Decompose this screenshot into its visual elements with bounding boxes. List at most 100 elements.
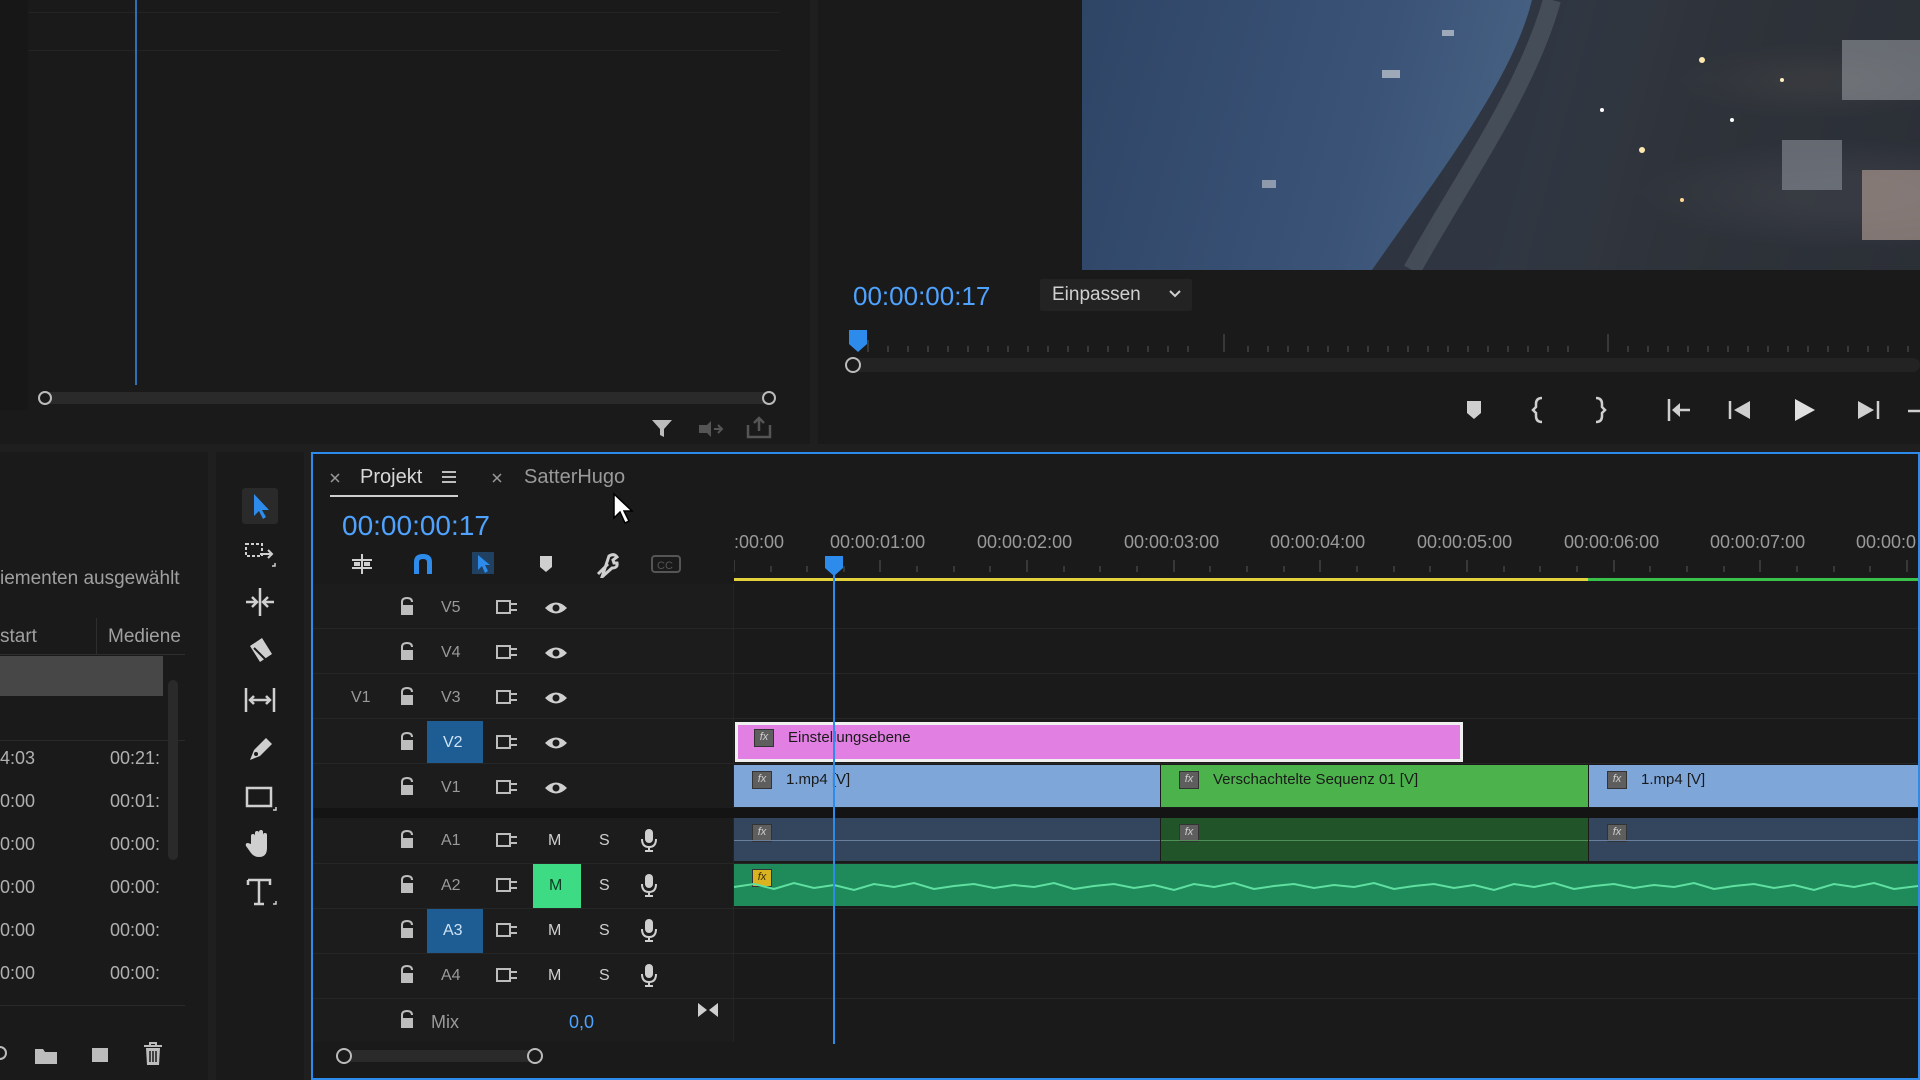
sync-lock-icon[interactable] bbox=[495, 778, 519, 796]
eye-icon[interactable] bbox=[543, 779, 569, 797]
lock-icon[interactable] bbox=[398, 686, 416, 708]
scrollbar-handle-right[interactable] bbox=[762, 391, 776, 405]
sync-lock-icon[interactable] bbox=[495, 598, 519, 616]
solo-button[interactable]: S bbox=[599, 832, 610, 850]
play-icon[interactable] bbox=[1790, 396, 1818, 424]
microphone-icon[interactable] bbox=[639, 917, 659, 943]
eye-icon[interactable] bbox=[543, 599, 569, 617]
lock-icon[interactable] bbox=[398, 964, 416, 986]
microphone-icon[interactable] bbox=[639, 827, 659, 853]
step-back-icon[interactable] bbox=[1726, 398, 1754, 422]
column-divider[interactable] bbox=[96, 618, 97, 654]
ripple-edit-tool-icon[interactable] bbox=[242, 584, 278, 620]
microphone-icon[interactable] bbox=[639, 872, 659, 898]
lock-icon[interactable] bbox=[398, 829, 416, 851]
go-to-edit-icon[interactable] bbox=[696, 1000, 720, 1020]
mark-out-icon[interactable] bbox=[1588, 396, 1608, 424]
sync-lock-icon[interactable] bbox=[495, 876, 519, 894]
insert-audio-icon[interactable] bbox=[696, 417, 724, 441]
solo-button[interactable]: S bbox=[599, 967, 610, 985]
trash-icon[interactable] bbox=[141, 1041, 165, 1067]
lock-icon[interactable] bbox=[398, 1009, 416, 1031]
audio-clip-a1-1[interactable]: fx bbox=[734, 818, 1160, 861]
lock-icon[interactable] bbox=[398, 641, 416, 663]
tab-projekt[interactable]: Projekt bbox=[360, 466, 422, 489]
sync-lock-icon[interactable] bbox=[495, 733, 519, 751]
track-header-mix[interactable]: Mix 0,0 bbox=[313, 999, 733, 1043]
project-scrollbar[interactable] bbox=[168, 680, 178, 860]
lock-icon[interactable] bbox=[398, 919, 416, 941]
add-marker-icon[interactable] bbox=[534, 552, 558, 576]
step-forward-icon[interactable] bbox=[1854, 398, 1882, 422]
column-header-media[interactable]: Mediene bbox=[108, 626, 181, 648]
timeline-playhead-line[interactable] bbox=[833, 574, 835, 1044]
rectangle-tool-icon[interactable] bbox=[242, 780, 278, 816]
filter-icon[interactable] bbox=[650, 417, 676, 441]
scrollbar-handle-left[interactable] bbox=[38, 391, 52, 405]
close-tab-icon[interactable] bbox=[326, 466, 344, 488]
new-bin-folder-icon[interactable] bbox=[33, 1044, 59, 1066]
timeline-timecode[interactable]: 00:00:00:17 bbox=[342, 510, 490, 542]
source-patch-label[interactable]: V1 bbox=[351, 689, 371, 707]
snap-icon[interactable] bbox=[410, 552, 436, 576]
clip-adjustment-layer[interactable]: fx Einstellungsebene bbox=[735, 722, 1463, 762]
track-header-v1[interactable]: V1 bbox=[313, 766, 733, 810]
clip-v1-1mp4[interactable]: fx 1.mp4 [V] bbox=[734, 765, 1160, 807]
mark-in-icon[interactable] bbox=[1530, 396, 1550, 424]
column-header-start[interactable]: start bbox=[0, 626, 37, 648]
fx-badge[interactable]: fx bbox=[754, 729, 774, 747]
solo-button[interactable]: S bbox=[599, 877, 610, 895]
eye-icon[interactable] bbox=[543, 644, 569, 662]
fx-badge[interactable]: fx bbox=[1179, 771, 1199, 789]
close-tab-icon[interactable] bbox=[488, 466, 506, 488]
export-frame-icon[interactable] bbox=[745, 415, 773, 441]
program-zoom-scrollbar[interactable] bbox=[848, 358, 1920, 372]
hand-tool-icon[interactable] bbox=[242, 826, 278, 862]
track-header-a4[interactable]: A4 M S bbox=[313, 954, 733, 998]
source-zoom-scrollbar[interactable] bbox=[38, 392, 770, 404]
slip-tool-icon[interactable] bbox=[242, 682, 278, 718]
track-header-v5[interactable]: V5 bbox=[313, 586, 733, 630]
program-time-ruler[interactable] bbox=[848, 328, 1920, 352]
sync-lock-icon[interactable] bbox=[495, 643, 519, 661]
track-header-a2[interactable]: A2 M S bbox=[313, 864, 733, 908]
pen-tool-icon[interactable] bbox=[242, 730, 278, 766]
tab-satterhugo[interactable]: SatterHugo bbox=[524, 466, 625, 489]
track-select-tool-icon[interactable] bbox=[242, 536, 278, 572]
track-header-v3[interactable]: V1 V3 bbox=[313, 676, 733, 720]
microphone-icon[interactable] bbox=[639, 962, 659, 988]
type-tool-icon[interactable] bbox=[242, 874, 278, 910]
scrollbar-handle-right[interactable] bbox=[527, 1048, 543, 1064]
selection-tool-icon[interactable] bbox=[242, 488, 278, 524]
add-marker-icon[interactable] bbox=[1462, 398, 1486, 422]
mix-volume-value[interactable]: 0,0 bbox=[569, 1012, 594, 1033]
sync-lock-icon[interactable] bbox=[495, 966, 519, 984]
track-header-a1[interactable]: A1 M S bbox=[313, 819, 733, 863]
tab-menu-icon[interactable] bbox=[440, 467, 458, 487]
audio-clip-a2-music[interactable]: fx bbox=[734, 864, 1918, 906]
program-timecode[interactable]: 00:00:00:17 bbox=[853, 281, 990, 312]
clip-v1-1mp4-b[interactable]: fx 1.mp4 [V] bbox=[1589, 765, 1918, 807]
eye-icon[interactable] bbox=[543, 689, 569, 707]
project-selected-row[interactable] bbox=[0, 656, 163, 696]
lock-icon[interactable] bbox=[398, 874, 416, 896]
eye-icon[interactable] bbox=[543, 734, 569, 752]
mute-button[interactable]: M bbox=[548, 832, 561, 850]
insert-sequence-as-nest-icon[interactable] bbox=[348, 552, 376, 576]
razor-tool-icon[interactable] bbox=[242, 634, 278, 670]
scrollbar-handle-left[interactable] bbox=[845, 357, 861, 373]
audio-clip-a1-3[interactable]: fx bbox=[1589, 818, 1918, 861]
fx-badge[interactable]: fx bbox=[752, 771, 772, 789]
audio-clip-a1-2[interactable]: fx bbox=[1161, 818, 1588, 861]
mute-button[interactable]: M bbox=[549, 877, 562, 895]
clip-v1-nested-sequence[interactable]: fx Verschachtelte Sequenz 01 [V] bbox=[1161, 765, 1588, 807]
track-header-v4[interactable]: V4 bbox=[313, 631, 733, 675]
wrench-icon[interactable] bbox=[592, 550, 620, 578]
program-playhead[interactable] bbox=[848, 330, 868, 354]
fit-dropdown[interactable]: Einpassen bbox=[1040, 279, 1192, 311]
linked-selection-icon[interactable] bbox=[470, 550, 498, 576]
mute-button[interactable]: M bbox=[548, 922, 561, 940]
find-icon[interactable] bbox=[0, 1045, 10, 1065]
new-item-icon[interactable] bbox=[88, 1042, 112, 1066]
track-header-a3[interactable]: A3 M S bbox=[313, 909, 733, 953]
